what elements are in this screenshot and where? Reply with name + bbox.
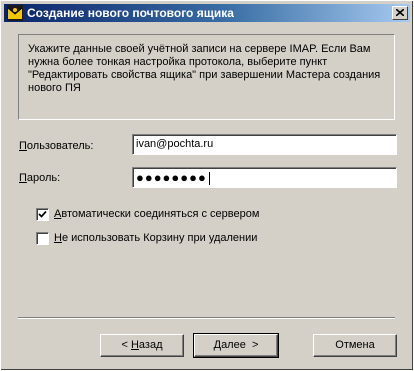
cancel-button[interactable]: Отмена: [313, 334, 397, 357]
info-text: Укажите данные своей учётной записи на с…: [28, 43, 381, 94]
auto-connect-checkbox[interactable]: [36, 208, 49, 221]
next-text: алее >: [221, 339, 259, 351]
back-accel: Н: [130, 339, 139, 351]
close-button[interactable]: [392, 6, 408, 20]
user-field[interactable]: ivan@pochta.ru: [132, 134, 397, 155]
password-field[interactable]: ●●●●●●●●: [132, 167, 397, 188]
mail-app-icon: [7, 5, 23, 21]
user-label-text: ользователь:: [26, 140, 94, 152]
password-value: ●●●●●●●●: [136, 170, 207, 185]
next-accel: Д: [213, 339, 222, 351]
password-label-accel: П: [19, 172, 27, 184]
password-label: Пароль:: [19, 172, 60, 184]
auto-connect-label[interactable]: Автоматически соединяться с сервером: [54, 208, 259, 220]
no-trash-text: е использовать Корзину при удалении: [61, 232, 258, 244]
check-icon: [38, 210, 47, 218]
window-title: Создание нового почтового ящика: [27, 6, 234, 20]
text-caret: [208, 172, 210, 186]
auto-connect-text: втоматически соединяться с сервером: [61, 208, 260, 220]
no-trash-checkbox[interactable]: [36, 232, 49, 245]
back-text: азад: [138, 339, 163, 351]
user-value: ivan@pochta.ru: [136, 138, 214, 150]
separator-line: [18, 317, 395, 319]
password-label-text: ароль:: [26, 172, 61, 184]
user-label: Пользователь:: [19, 140, 93, 152]
user-label-accel: П: [19, 140, 27, 152]
no-trash-accel: Н: [54, 232, 62, 244]
info-panel: Укажите данные своей учётной записи на с…: [18, 34, 395, 120]
wizard-window: Создание нового почтового ящика Укажите …: [0, 0, 414, 371]
next-button[interactable]: Далее >: [193, 333, 279, 358]
back-button[interactable]: < Назад: [100, 334, 184, 357]
back-prefix: <: [121, 339, 131, 351]
title-bar[interactable]: Создание нового почтового ящика: [4, 4, 410, 22]
no-trash-label[interactable]: Не использовать Корзину при удалении: [54, 232, 257, 244]
close-icon: [396, 9, 404, 16]
